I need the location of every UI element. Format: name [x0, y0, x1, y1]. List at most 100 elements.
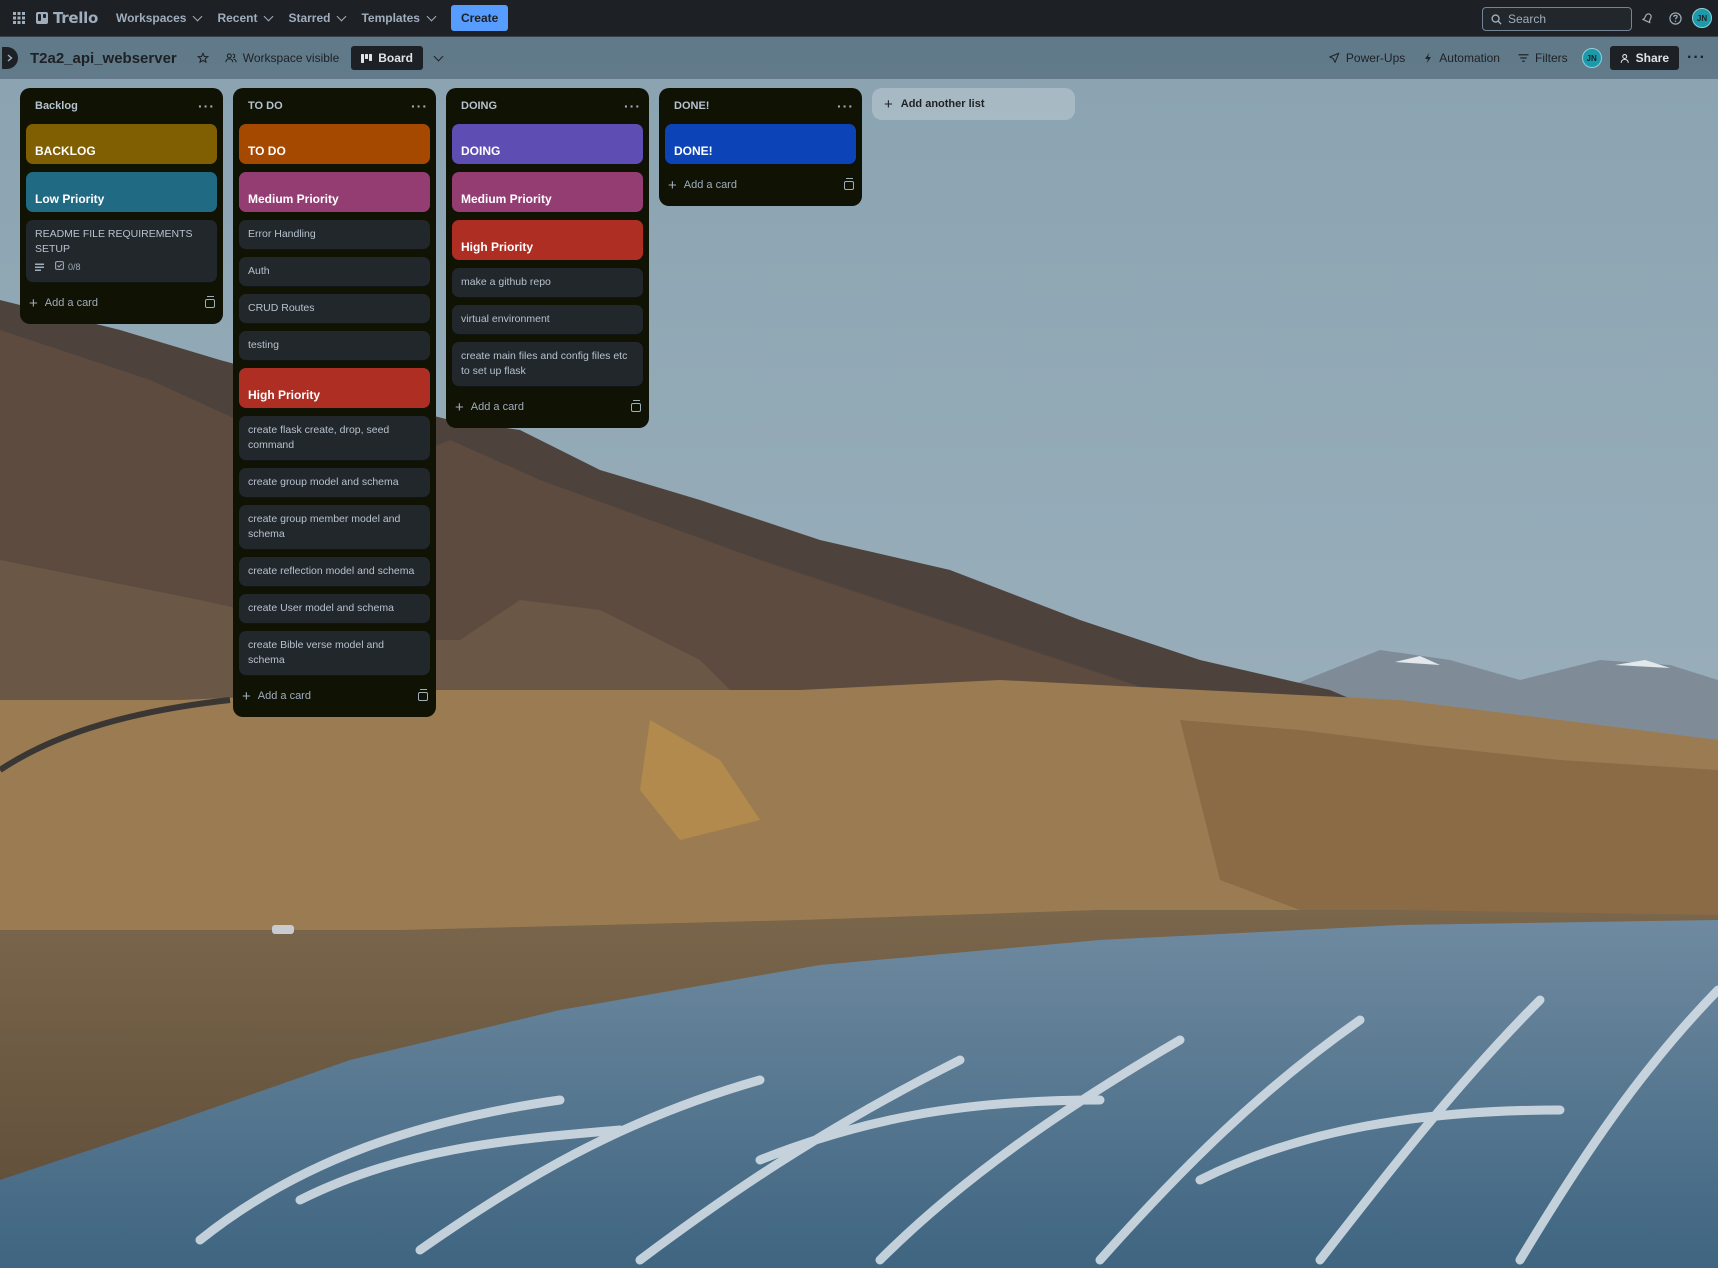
card-title: create flask create, drop, seed command — [248, 424, 390, 451]
plus-icon: + — [884, 95, 893, 113]
task-card[interactable]: create User model and schema — [239, 594, 430, 623]
plus-icon: + — [29, 294, 38, 312]
board-title[interactable]: T2a2_api_webserver — [30, 50, 177, 67]
card-template-icon[interactable] — [844, 177, 854, 190]
power-ups-button[interactable]: Power-Ups — [1320, 44, 1413, 72]
visibility-label: Workspace visible — [242, 51, 340, 65]
list-title[interactable]: DOING — [461, 100, 497, 112]
board-header: T2a2_api_webserver Workspace visible Boa… — [0, 37, 1718, 79]
automation-button[interactable]: Automation — [1415, 44, 1508, 72]
search-input[interactable]: Search — [1482, 7, 1632, 31]
rocket-icon — [1329, 52, 1340, 63]
board-header-actions: Power-Ups Automation Filters JN Share ··… — [1320, 37, 1718, 79]
list-backlog: Backlog ··· BACKLOG Low Priority README FILE… — [20, 88, 223, 324]
automation-label: Automation — [1439, 51, 1500, 65]
share-button[interactable]: Share — [1609, 46, 1680, 70]
add-member-icon — [1620, 53, 1629, 63]
label-card[interactable]: DOING — [452, 124, 643, 164]
card-title: testing — [248, 339, 279, 351]
label-card[interactable]: TO DO — [239, 124, 430, 164]
card-stack: DONE! — [659, 124, 862, 164]
task-card[interactable]: make a github repo — [452, 268, 643, 297]
list-menu-icon[interactable]: ··· — [198, 98, 215, 114]
task-card[interactable]: create group model and schema — [239, 468, 430, 497]
list-done: DONE! ··· DONE! + Add a card — [659, 88, 862, 206]
label-card[interactable]: High Priority — [452, 220, 643, 260]
workspaces-menu-label: Workspaces — [115, 11, 187, 25]
task-card[interactable]: testing — [239, 331, 430, 360]
list-header[interactable]: DOING ··· — [446, 88, 649, 124]
user-avatar[interactable]: JN — [1692, 8, 1712, 28]
list-menu-icon[interactable]: ··· — [837, 98, 854, 114]
add-card-row: + Add a card — [446, 392, 649, 422]
list-title[interactable]: TO DO — [248, 100, 283, 112]
chevron-right-icon — [7, 54, 13, 62]
templates-menu[interactable]: Templates — [353, 3, 442, 33]
list-title[interactable]: DONE! — [674, 100, 709, 112]
card-stack: TO DO Medium Priority Error Handling Auth CR… — [233, 124, 436, 675]
label-card[interactable]: Medium Priority — [452, 172, 643, 212]
add-list-label: Add another list — [900, 98, 985, 110]
card-title: README FILE REQUIREMENTS SETUP — [35, 228, 193, 255]
task-card[interactable]: create main files and config files etc t… — [452, 342, 643, 386]
card-title: create User model and schema — [248, 602, 394, 614]
view-switcher-button[interactable] — [423, 44, 450, 72]
task-card[interactable]: Auth — [239, 257, 430, 286]
task-card[interactable]: CRUD Routes — [239, 294, 430, 323]
power-ups-label: Power-Ups — [1345, 51, 1406, 65]
star-board-button[interactable] — [189, 44, 217, 72]
card-stack: BACKLOG Low Priority README FILE REQUIREME… — [20, 124, 223, 282]
card-title: create Bible verse model and schema — [248, 639, 384, 666]
card-template-icon[interactable] — [205, 295, 215, 308]
board-menu-button[interactable]: ··· — [1681, 49, 1712, 67]
list-title[interactable]: Backlog — [35, 100, 78, 112]
add-another-list-button[interactable]: + Add another list — [872, 88, 1075, 120]
list-menu-icon[interactable]: ··· — [411, 98, 428, 114]
task-card[interactable]: README FILE REQUIREMENTS SETUP 0/8 — [26, 220, 217, 282]
chevron-down-icon — [192, 11, 203, 21]
create-button[interactable]: Create — [450, 5, 509, 31]
task-card[interactable]: create flask create, drop, seed command — [239, 416, 430, 460]
starred-menu[interactable]: Starred — [280, 3, 353, 33]
help-icon[interactable] — [1664, 4, 1686, 32]
sidebar-expand-button[interactable] — [2, 47, 18, 69]
workspaces-menu[interactable]: Workspaces — [108, 3, 209, 33]
add-card-button[interactable]: + Add a card — [668, 178, 737, 193]
trello-logo-text: Trello — [53, 9, 98, 27]
list-menu-icon[interactable]: ··· — [624, 98, 641, 114]
chevron-down-icon — [264, 11, 274, 21]
label-card[interactable]: High Priority — [239, 368, 430, 408]
task-card[interactable]: create Bible verse model and schema — [239, 631, 430, 675]
search-icon — [1491, 13, 1502, 25]
label-card[interactable]: Medium Priority — [239, 172, 430, 212]
board-member-avatar[interactable]: JN — [1581, 48, 1602, 68]
card-template-icon[interactable] — [631, 399, 641, 412]
task-card[interactable]: create group member model and schema — [239, 505, 430, 549]
card-title: create group member model and schema — [248, 513, 401, 540]
visibility-button[interactable]: Workspace visible — [217, 44, 347, 72]
list-header[interactable]: DONE! ··· — [659, 88, 862, 124]
list-to-do: TO DO ··· TO DO Medium Priority Error Handli… — [233, 88, 436, 717]
templates-menu-label: Templates — [361, 11, 420, 25]
list-header[interactable]: Backlog ··· — [20, 88, 223, 124]
card-template-icon[interactable] — [418, 688, 428, 701]
trello-logo[interactable]: Trello — [36, 9, 98, 27]
label-card[interactable]: BACKLOG — [26, 124, 217, 164]
task-card[interactable]: virtual environment — [452, 305, 643, 334]
label-card[interactable]: Low Priority — [26, 172, 217, 212]
label-card[interactable]: DONE! — [665, 124, 856, 164]
add-card-button[interactable]: + Add a card — [29, 296, 98, 311]
task-card[interactable]: Error Handling — [239, 220, 430, 249]
list-header[interactable]: TO DO ··· — [233, 88, 436, 124]
recent-menu[interactable]: Recent — [209, 3, 280, 33]
card-badges: 0/8 — [35, 260, 208, 275]
add-card-button[interactable]: + Add a card — [242, 689, 311, 704]
task-card[interactable]: create reflection model and schema — [239, 557, 430, 586]
notifications-bell-icon[interactable] — [1636, 4, 1658, 32]
filters-button[interactable]: Filters — [1510, 44, 1576, 72]
board-view-icon — [361, 53, 373, 63]
checklist-badge: 0/8 — [55, 260, 81, 275]
add-card-button[interactable]: + Add a card — [455, 400, 524, 415]
board-view-button[interactable]: Board — [351, 46, 423, 70]
app-switcher-icon[interactable] — [4, 3, 34, 33]
